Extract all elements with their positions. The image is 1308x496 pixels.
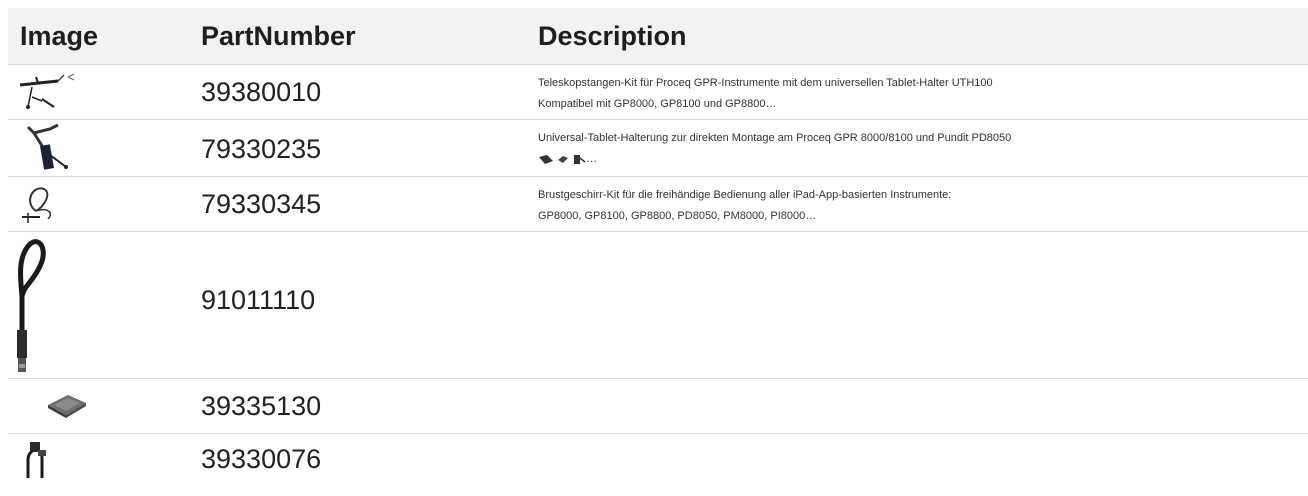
- bracket-thumbnail-icon: [539, 155, 553, 165]
- part-number: 39335130: [201, 391, 322, 421]
- table-row[interactable]: 79330235 Universal-Tablet-Halterung zur …: [8, 120, 1308, 177]
- description: Teleskopstangen-Kit für Proceq GPR-Instr…: [538, 73, 1298, 119]
- description-icon-line: …: [538, 149, 1298, 170]
- description-line: GP8000, GP8100, GP8800, PD8050, PM8000, …: [538, 210, 817, 222]
- product-image[interactable]: [8, 177, 193, 231]
- table-row[interactable]: 79330345 Brustgeschirr-Kit für die freih…: [8, 177, 1308, 232]
- product-table: Image PartNumber Description 39380010 Te…: [8, 8, 1308, 484]
- description: Universal-Tablet-Halterung zur direkten …: [538, 128, 1298, 175]
- table-row[interactable]: 39335130: [8, 379, 1308, 434]
- tablet-holder-icon: [26, 123, 68, 170]
- description: Brustgeschirr-Kit für die freihändige Be…: [538, 185, 1298, 227]
- part-number: 79330345: [201, 189, 322, 219]
- description-line: Brustgeschirr-Kit für die freihändige Be…: [538, 189, 952, 201]
- description-line-clipped: Halterung für das Tablet für die iPad Pr…: [538, 170, 1298, 175]
- description-line: Kompatibel mit GP8000, GP8100 und GP8800…: [538, 98, 777, 110]
- grey-box-module-icon: [48, 395, 86, 418]
- product-image[interactable]: [8, 120, 193, 176]
- header-part-number: PartNumber: [201, 21, 356, 51]
- product-image[interactable]: [8, 65, 193, 119]
- clamp-bracket-icon: [26, 442, 46, 478]
- product-image[interactable]: [8, 379, 193, 433]
- table-row[interactable]: 39380010 Teleskopstangen-Kit für Proceq …: [8, 65, 1308, 120]
- telescopic-pole-kit-icon: [19, 73, 75, 109]
- part-number: 79330235: [201, 134, 322, 164]
- table-row[interactable]: 39330076: [8, 434, 1308, 484]
- table-row[interactable]: 91011110: [8, 232, 1308, 379]
- part-number: 39380010: [201, 77, 322, 107]
- table-header: Image PartNumber Description: [8, 8, 1308, 65]
- product-image[interactable]: [8, 434, 193, 484]
- product-image[interactable]: [8, 232, 193, 378]
- chest-harness-icon: [22, 187, 52, 223]
- part-number: 91011110: [201, 285, 316, 315]
- clip-thumbnail-icon: [558, 156, 569, 164]
- header-image: Image: [20, 21, 99, 51]
- part-number: 39330076: [201, 444, 322, 474]
- holder-thumbnail-icon: [574, 155, 586, 165]
- description-line: Universal-Tablet-Halterung zur direkten …: [538, 132, 1012, 144]
- description-line: Teleskopstangen-Kit für Proceq GPR-Instr…: [538, 77, 993, 89]
- header-description: Description: [538, 21, 687, 51]
- description-more: …: [586, 153, 598, 165]
- coiled-cable-icon: [17, 239, 46, 372]
